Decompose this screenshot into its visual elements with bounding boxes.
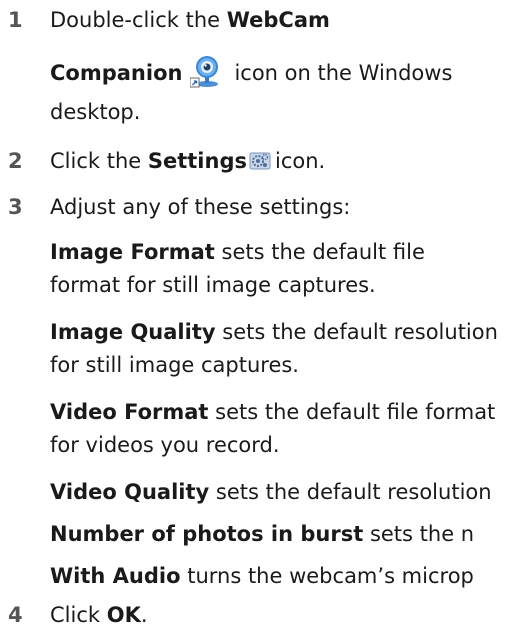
step-1-line-2: Companion icon on the Windows [50, 54, 452, 88]
step-number: 4 [8, 603, 23, 627]
step-4-term: OK [106, 603, 141, 627]
settings-icon [249, 151, 271, 171]
step-2-text: Click the [50, 149, 148, 173]
setting-term: Video Format [50, 400, 209, 424]
setting-audio: With Audio turns the webcam’s microp [50, 564, 474, 588]
setting-burst: Number of photos in burst sets the n [50, 522, 474, 546]
setting-image-format-cont: format for still image captures. [50, 273, 376, 297]
step-number: 1 [8, 8, 23, 32]
setting-image-format: Image Format sets the default file [50, 240, 425, 264]
setting-desc: format for still image captures. [50, 273, 376, 297]
step-4-text-2: . [140, 603, 148, 627]
step-4-text: Click [50, 603, 107, 627]
setting-desc: sets the default file [221, 240, 425, 264]
setting-desc: sets the n [369, 522, 475, 546]
setting-term: Video Quality [50, 480, 210, 504]
step-number: 2 [8, 149, 23, 173]
step-1-line-3: desktop. [50, 100, 140, 124]
step-1-term-2: Companion [50, 61, 183, 85]
step-1-text-3: desktop. [50, 100, 141, 124]
setting-desc: for videos you record. [50, 433, 280, 457]
setting-video-quality: Video Quality sets the default resolutio… [50, 480, 492, 504]
setting-video-format: Video Format sets the default file forma… [50, 400, 495, 424]
step-number: 3 [8, 195, 23, 219]
setting-term: Image Format [50, 240, 215, 264]
step-2-text-2: icon. [274, 149, 326, 173]
step-4-line: Click OK. [50, 603, 148, 627]
setting-term: With Audio [50, 564, 181, 588]
setting-desc: turns the webcam’s microp [187, 564, 474, 588]
step-1-term: WebCam [226, 8, 330, 32]
step-2-line: Click the Settings icon. [50, 149, 325, 173]
setting-desc: sets the default resolution [222, 320, 498, 344]
setting-image-quality-cont: for still image captures. [50, 353, 299, 377]
setting-desc: sets the default resolution [215, 480, 492, 504]
setting-desc: sets the default file format [215, 400, 496, 424]
setting-term: Image Quality [50, 320, 216, 344]
step-1-line-1: Double-click the WebCam [50, 8, 330, 32]
step-3-text: Adjust any of these settings: [50, 195, 351, 219]
step-3-line: Adjust any of these settings: [50, 195, 350, 219]
setting-video-format-cont: for videos you record. [50, 433, 280, 457]
webcam-companion-icon [189, 54, 224, 88]
setting-image-quality: Image Quality sets the default resolutio… [50, 320, 498, 344]
step-2-term: Settings [147, 149, 247, 173]
step-1-text-2: icon on the Windows [234, 61, 453, 85]
setting-desc: for still image captures. [50, 353, 299, 377]
setting-term: Number of photos in burst [50, 522, 364, 546]
step-1-text: Double-click the [50, 8, 227, 32]
